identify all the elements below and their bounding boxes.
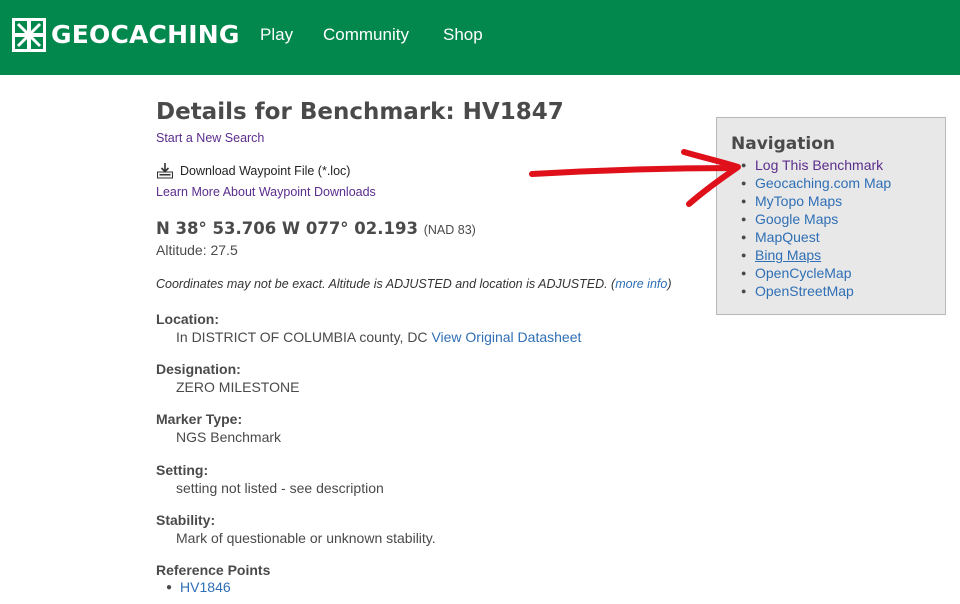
bullet: ● — [741, 196, 747, 206]
nav-play[interactable]: Play — [260, 25, 293, 45]
navigation-list: ● Log This Benchmark ● Geocaching.com Map … — [741, 156, 891, 300]
location-value: In DISTRICT OF COLUMBIA county, DC View … — [176, 328, 581, 346]
bullet: ● — [741, 268, 747, 278]
location-label: Location: — [156, 311, 219, 327]
geocaching-map-link[interactable]: Geocaching.com Map — [755, 175, 891, 191]
bullet: ● — [741, 250, 747, 260]
page-title: Details for Benchmark: HV1847 — [156, 99, 564, 125]
download-link[interactable]: Download Waypoint File (*.loc) — [180, 164, 350, 178]
openstreetmap-link[interactable]: OpenStreetMap — [755, 283, 854, 299]
accuracy-note: Coordinates may not be exact. Altitude i… — [156, 276, 672, 292]
google-maps-link[interactable]: Google Maps — [755, 211, 838, 227]
new-search-link[interactable]: Start a New Search — [156, 130, 264, 146]
view-datasheet-link[interactable]: View Original Datasheet — [431, 329, 581, 345]
bullet: ● — [741, 178, 747, 188]
navigation-title: Navigation — [731, 134, 835, 154]
setting-value: setting not listed - see description — [176, 480, 384, 496]
altitude: Altitude: 27.5 — [156, 242, 238, 258]
location-text: In DISTRICT OF COLUMBIA county, DC — [176, 329, 428, 345]
geocaching-logo-icon[interactable] — [12, 18, 46, 52]
marker-type-value: NGS Benchmark — [176, 429, 282, 445]
setting-label: Setting: — [156, 462, 209, 478]
brand-name[interactable]: GEOCACHING — [51, 19, 240, 51]
nav-shop[interactable]: Shop — [443, 25, 483, 45]
site-header: GEOCACHING Play Community Shop — [0, 0, 960, 75]
bullet: ● — [741, 160, 747, 170]
reference-point-link[interactable]: HV1846 — [180, 579, 231, 595]
log-benchmark-link[interactable]: Log This Benchmark — [755, 157, 883, 173]
nav-item-opencyclemap: ● OpenCycleMap — [741, 264, 891, 282]
learn-more-link[interactable]: Learn More About Waypoint Downloads — [156, 184, 376, 200]
opencyclemap-link[interactable]: OpenCycleMap — [755, 265, 852, 281]
bullet: ● — [741, 232, 747, 242]
note-text: Coordinates may not be exact. Altitude i… — [156, 277, 616, 291]
stability-label: Stability: — [156, 512, 216, 528]
nav-item-google-maps: ● Google Maps — [741, 210, 891, 228]
bing-maps-link[interactable]: Bing Maps — [755, 247, 821, 263]
bullet: ● — [166, 582, 173, 593]
nav-item-log-benchmark: ● Log This Benchmark — [741, 156, 891, 174]
designation-value: ZERO MILESTONE — [176, 379, 300, 395]
mapquest-link[interactable]: MapQuest — [755, 229, 820, 245]
download-icon — [157, 163, 173, 179]
coordinates: N 38° 53.706 W 077° 02.193 (NAD 83) — [156, 218, 476, 241]
note-end: ) — [667, 277, 672, 291]
nav-item-mytopo: ● MyTopo Maps — [741, 192, 891, 210]
more-info-link[interactable]: more info — [615, 277, 667, 291]
datum: (NAD 83) — [423, 223, 476, 237]
nav-item-mapquest: ● MapQuest — [741, 228, 891, 246]
stability-value: Mark of questionable or unknown stabilit… — [176, 530, 436, 546]
reference-points-label: Reference Points — [156, 562, 271, 578]
nav-item-geocaching-map: ● Geocaching.com Map — [741, 174, 891, 192]
download-waypoint[interactable]: Download Waypoint File (*.loc) — [156, 162, 350, 180]
marker-type-label: Marker Type: — [156, 411, 243, 427]
mytopo-maps-link[interactable]: MyTopo Maps — [755, 193, 842, 209]
nav-item-openstreetmap: ● OpenStreetMap — [741, 282, 891, 300]
bullet: ● — [741, 286, 747, 296]
bullet: ● — [741, 214, 747, 224]
nav-item-bing-maps: ● Bing Maps — [741, 246, 891, 264]
reference-point-item: ● HV1846 — [166, 578, 231, 597]
coordinates-value: N 38° 53.706 W 077° 02.193 — [156, 219, 418, 238]
navigation-panel: Navigation ● Log This Benchmark ● Geocachi… — [716, 117, 946, 315]
nav-community[interactable]: Community — [323, 25, 409, 45]
designation-label: Designation: — [156, 361, 241, 377]
